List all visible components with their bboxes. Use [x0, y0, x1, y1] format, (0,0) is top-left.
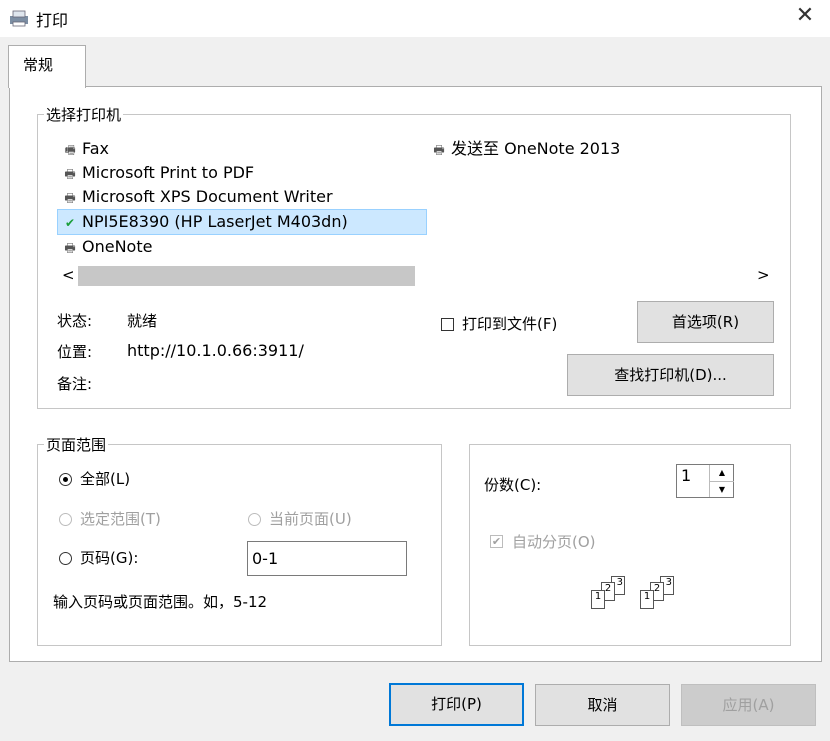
current-page-radio[interactable] — [248, 513, 261, 526]
printer-item-selected[interactable]: ✔ NPI5E8390 (HP LaserJet M403dn) — [57, 209, 427, 235]
selection-label[interactable]: 选定范围(T) — [80, 508, 161, 529]
copies-label: 份数(C): — [484, 476, 542, 494]
printer-item-onenote[interactable]: 🖶 OneNote — [58, 235, 427, 259]
copies-spinner[interactable]: ▲ ▼ — [709, 465, 734, 497]
selection-radio[interactable] — [59, 513, 72, 526]
print-to-file-label[interactable]: 打印到文件(F) — [462, 313, 557, 334]
printer-icon: 🖶 — [433, 143, 445, 157]
default-printer-icon: ✔ — [64, 216, 76, 230]
printer-item-xps[interactable]: 🖶 Microsoft XPS Document Writer — [58, 185, 427, 209]
close-icon[interactable]: ✕ — [790, 3, 820, 28]
collate-checkbox[interactable]: ✔ — [490, 535, 503, 548]
all-pages-radio[interactable] — [59, 473, 72, 486]
apply-button[interactable]: 应用(A) — [681, 684, 816, 726]
printer-item-fax[interactable]: 🖷 Fax — [58, 137, 427, 161]
printer-icon: 🖶 — [64, 191, 76, 205]
tab-general[interactable]: 常规 — [8, 45, 86, 88]
find-printer-button[interactable]: 查找打印机(D)... — [567, 354, 774, 396]
printer-list-right: 🖶 发送至 OneNote 2013 — [427, 137, 620, 161]
window-title: 打印 — [36, 11, 69, 30]
location-label: 位置: — [57, 343, 93, 361]
pages-label[interactable]: 页码(G): — [80, 547, 138, 568]
current-page-label[interactable]: 当前页面(U) — [269, 508, 352, 529]
page-range-hint: 输入页码或页面范围。如，5-12 — [53, 593, 268, 611]
pages-radio[interactable] — [59, 552, 72, 565]
spin-down-icon[interactable]: ▼ — [710, 482, 734, 497]
select-printer-title: 选择打印机 — [44, 104, 124, 125]
scroll-left-icon[interactable]: < — [62, 266, 75, 284]
printer-item-onenote-2013[interactable]: 🖶 发送至 OneNote 2013 — [427, 137, 620, 161]
preferences-button[interactable]: 首选项(R) — [637, 301, 774, 343]
tab-label: 常规 — [23, 56, 54, 74]
print-button[interactable]: 打印(P) — [389, 683, 524, 726]
print-to-file-checkbox[interactable] — [441, 318, 454, 331]
spin-up-icon[interactable]: ▲ — [710, 465, 734, 482]
printer-list-left: 🖷 Fax 🖶 Microsoft Print to PDF 🖶 Microsoft … — [57, 137, 427, 259]
status-value: 就绪 — [127, 312, 158, 330]
collate-illustration: 3 2 1 3 2 1 — [583, 576, 703, 622]
page-range-title: 页面范围 — [44, 434, 109, 455]
scroll-right-icon[interactable]: > — [757, 266, 770, 284]
collate-page-3a: 1 — [591, 590, 605, 609]
comment-label: 备注: — [57, 375, 93, 393]
fax-printer-icon: 🖷 — [64, 143, 76, 157]
cancel-button[interactable]: 取消 — [535, 684, 670, 726]
title-bar — [0, 0, 830, 37]
scrollbar-thumb[interactable] — [78, 266, 415, 286]
collate-page-3b: 1 — [640, 590, 654, 609]
collate-label[interactable]: 自动分页(O) — [512, 531, 596, 552]
printer-icon: 🖶 — [64, 241, 76, 255]
all-pages-label[interactable]: 全部(L) — [80, 468, 130, 489]
printer-icon: 🖶 — [64, 167, 76, 181]
status-label: 状态: — [57, 312, 93, 330]
printer-app-icon — [8, 9, 30, 27]
location-value: http://10.1.0.66:3911/ — [127, 341, 304, 360]
printer-item-pdf[interactable]: 🖶 Microsoft Print to PDF — [58, 161, 427, 185]
pages-input[interactable]: 0-1 — [247, 541, 407, 576]
